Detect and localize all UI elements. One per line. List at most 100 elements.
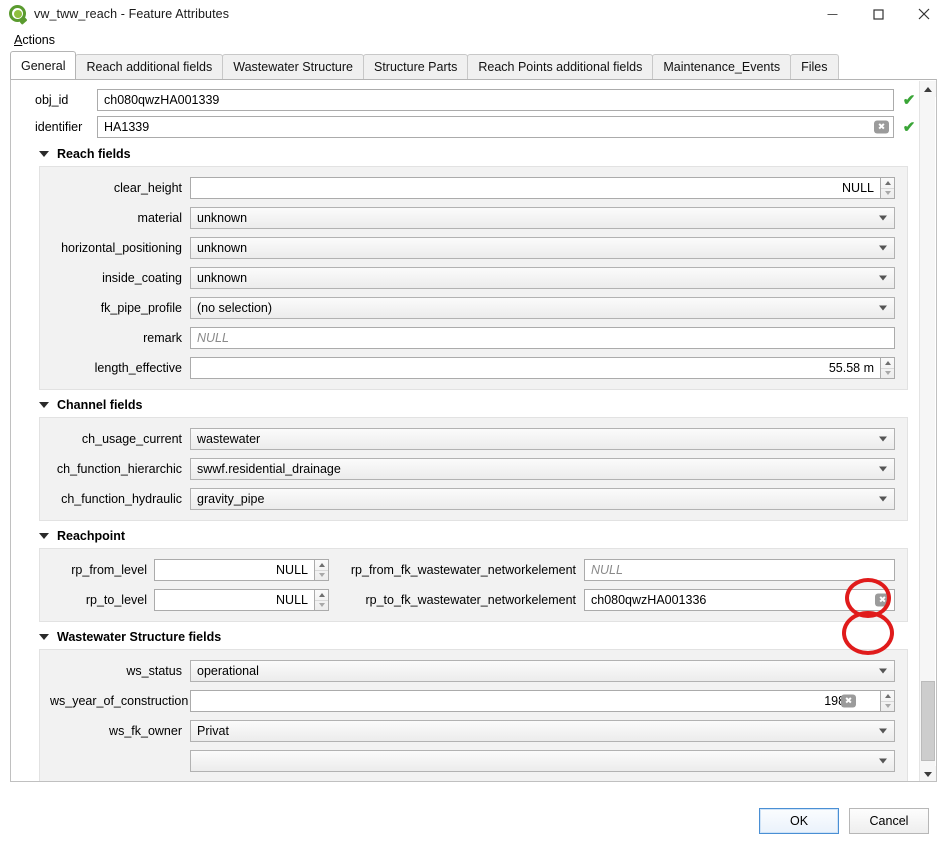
spin-up-icon[interactable] — [315, 560, 328, 571]
group-wastewater-structure-fields-header[interactable]: Wastewater Structure fields — [21, 630, 918, 644]
remark-label: remark — [143, 331, 182, 345]
ws-status-control: operational — [190, 660, 895, 682]
spin-up-icon[interactable] — [315, 590, 328, 601]
rp-from-level-spinbox[interactable]: NULL — [154, 559, 329, 581]
identifier-field-box: HA1339 ✖ — [97, 116, 894, 138]
clear-height-spin-buttons[interactable] — [880, 177, 895, 199]
material-label: material — [137, 211, 182, 225]
inside-coating-combobox[interactable]: unknown — [190, 267, 895, 289]
ws-fk-owner-label: ws_fk_owner — [109, 724, 182, 738]
length-effective-input[interactable]: 55.58 m — [190, 357, 880, 379]
maximize-button[interactable] — [855, 0, 901, 28]
obj-id-field-box: ch080qwzHA001339 — [97, 89, 894, 111]
length-effective-spin-buttons[interactable] — [880, 357, 895, 379]
scroll-down-arrow-icon[interactable] — [920, 766, 936, 781]
chevron-down-icon — [879, 275, 887, 281]
ch-usage-current-label: ch_usage_current — [81, 432, 182, 446]
rp-from-level-spin-buttons[interactable] — [314, 559, 329, 581]
tab-structure-parts-label: Structure Parts — [373, 60, 458, 74]
horizontal-positioning-combobox[interactable]: unknown — [190, 237, 895, 259]
rp-to-fk-wastewater-networkelement-label: rp_to_fk_wastewater_networkelement — [365, 593, 576, 607]
field-row-ch-usage-current: ch_usage_current wastewater — [50, 428, 895, 450]
vertical-scrollbar[interactable] — [919, 81, 936, 781]
rp-to-level-spinbox[interactable]: NULL — [154, 589, 329, 611]
group-reach-fields-header[interactable]: Reach fields — [21, 147, 918, 161]
tab-structure-parts[interactable]: Structure Parts — [362, 54, 469, 79]
field-row-fk-pipe-profile: fk_pipe_profile (no selection) — [50, 297, 895, 319]
fk-pipe-profile-combobox[interactable]: (no selection) — [190, 297, 895, 319]
group-channel-fields-header[interactable]: Channel fields — [21, 398, 918, 412]
ch-usage-current-combobox[interactable]: wastewater — [190, 428, 895, 450]
menu-item-actions[interactable]: Actions — [10, 31, 59, 49]
length-effective-control: 55.58 m — [190, 357, 895, 379]
scroll-up-arrow-icon[interactable] — [920, 81, 936, 97]
spin-down-icon[interactable] — [315, 571, 328, 581]
ws-fk-owner-value: Privat — [197, 724, 229, 738]
ws-fk-owner-combobox[interactable]: Privat — [190, 720, 895, 742]
clipped-partial-combobox[interactable] — [190, 750, 895, 772]
chevron-down-icon — [879, 245, 887, 251]
scrollbar-thumb[interactable] — [921, 681, 935, 761]
spin-down-icon[interactable] — [881, 702, 894, 712]
tab-maintenance-events-label: Maintenance_Events — [663, 60, 781, 74]
ws-year-clear-x-icon[interactable]: ✖ — [841, 694, 856, 708]
tab-reach-additional-fields[interactable]: Reach additional fields — [75, 54, 224, 79]
rp-to-level-spin-buttons[interactable] — [314, 589, 329, 611]
material-combobox[interactable]: unknown — [190, 207, 895, 229]
inside-coating-value: unknown — [197, 271, 248, 285]
tab-files-label: Files — [801, 60, 828, 74]
remark-input[interactable]: NULL — [190, 327, 895, 349]
ch-function-hydraulic-label: ch_function_hydraulic — [61, 492, 182, 506]
ws-status-value: operational — [197, 664, 259, 678]
group-wastewater-structure-fields-title: Wastewater Structure fields — [57, 630, 222, 644]
tab-reach-points-additional-fields[interactable]: Reach Points additional fields — [467, 54, 654, 79]
minimize-button[interactable] — [809, 0, 855, 28]
obj-id-input[interactable]: ch080qwzHA001339 — [97, 89, 894, 111]
chevron-down-icon — [879, 728, 887, 734]
ws-year-of-construction-input[interactable]: 1989 ✖ — [190, 690, 880, 712]
tab-wastewater-structure[interactable]: Wastewater Structure — [222, 54, 364, 79]
length-effective-value: 55.58 m — [828, 361, 874, 375]
spin-down-icon[interactable] — [315, 601, 328, 611]
cancel-button[interactable]: Cancel — [849, 808, 929, 834]
rp-from-fk-field-box: NULL — [584, 559, 895, 581]
length-effective-spinbox[interactable]: 55.58 m — [190, 357, 895, 379]
spin-down-icon[interactable] — [881, 369, 894, 379]
attribute-form-panel: obj_id ch080qwzHA001339 ✔ identifier HA1… — [10, 79, 937, 782]
spin-up-icon[interactable] — [881, 178, 894, 189]
qgis-logo-icon — [9, 5, 28, 25]
ws-fk-owner-control: Privat — [190, 720, 895, 742]
identifier-value: HA1339 — [104, 120, 150, 134]
chevron-down-icon — [879, 305, 887, 311]
close-button[interactable] — [901, 0, 947, 28]
ch-function-hydraulic-combobox[interactable]: gravity_pipe — [190, 488, 895, 510]
ws-status-combobox[interactable]: operational — [190, 660, 895, 682]
spin-up-icon[interactable] — [881, 691, 894, 702]
remark-control: NULL — [190, 327, 895, 349]
identifier-label: identifier — [35, 120, 83, 134]
identifier-clear-x-icon[interactable]: ✖ — [874, 120, 889, 134]
tab-general[interactable]: General — [10, 51, 77, 79]
ok-button[interactable]: OK — [759, 808, 839, 834]
rp-to-level-input[interactable]: NULL — [154, 589, 314, 611]
obj-id-valid-checkmark-icon: ✔ — [902, 91, 916, 109]
ch-usage-current-value: wastewater — [197, 432, 261, 446]
tab-maintenance-events[interactable]: Maintenance_Events — [652, 54, 792, 79]
rp-from-fk-wastewater-networkelement-input[interactable]: NULL — [584, 559, 895, 581]
ws-year-spin-buttons[interactable] — [880, 690, 895, 712]
rp-to-fk-wastewater-networkelement-input[interactable]: ch080qwzHA001336 — [584, 589, 895, 611]
rp-to-fk-clear-x-icon[interactable]: ✖ — [875, 593, 890, 607]
spin-down-icon[interactable] — [881, 189, 894, 199]
clear-height-input[interactable]: NULL — [190, 177, 880, 199]
triangle-down-icon — [39, 151, 49, 157]
clear-height-spinbox[interactable]: NULL — [190, 177, 895, 199]
tab-files[interactable]: Files — [790, 54, 839, 79]
ws-year-of-construction-spinbox[interactable]: 1989 ✖ — [190, 690, 895, 712]
ch-function-hierarchic-combobox[interactable]: swwf.residential_drainage — [190, 458, 895, 480]
group-reachpoint-header[interactable]: Reachpoint — [21, 529, 918, 543]
rp-to-level-value: NULL — [276, 593, 308, 607]
spin-up-icon[interactable] — [881, 358, 894, 369]
identifier-input[interactable]: HA1339 — [97, 116, 894, 138]
rp-from-level-input[interactable]: NULL — [154, 559, 314, 581]
menu-bar: Actions — [0, 28, 947, 51]
